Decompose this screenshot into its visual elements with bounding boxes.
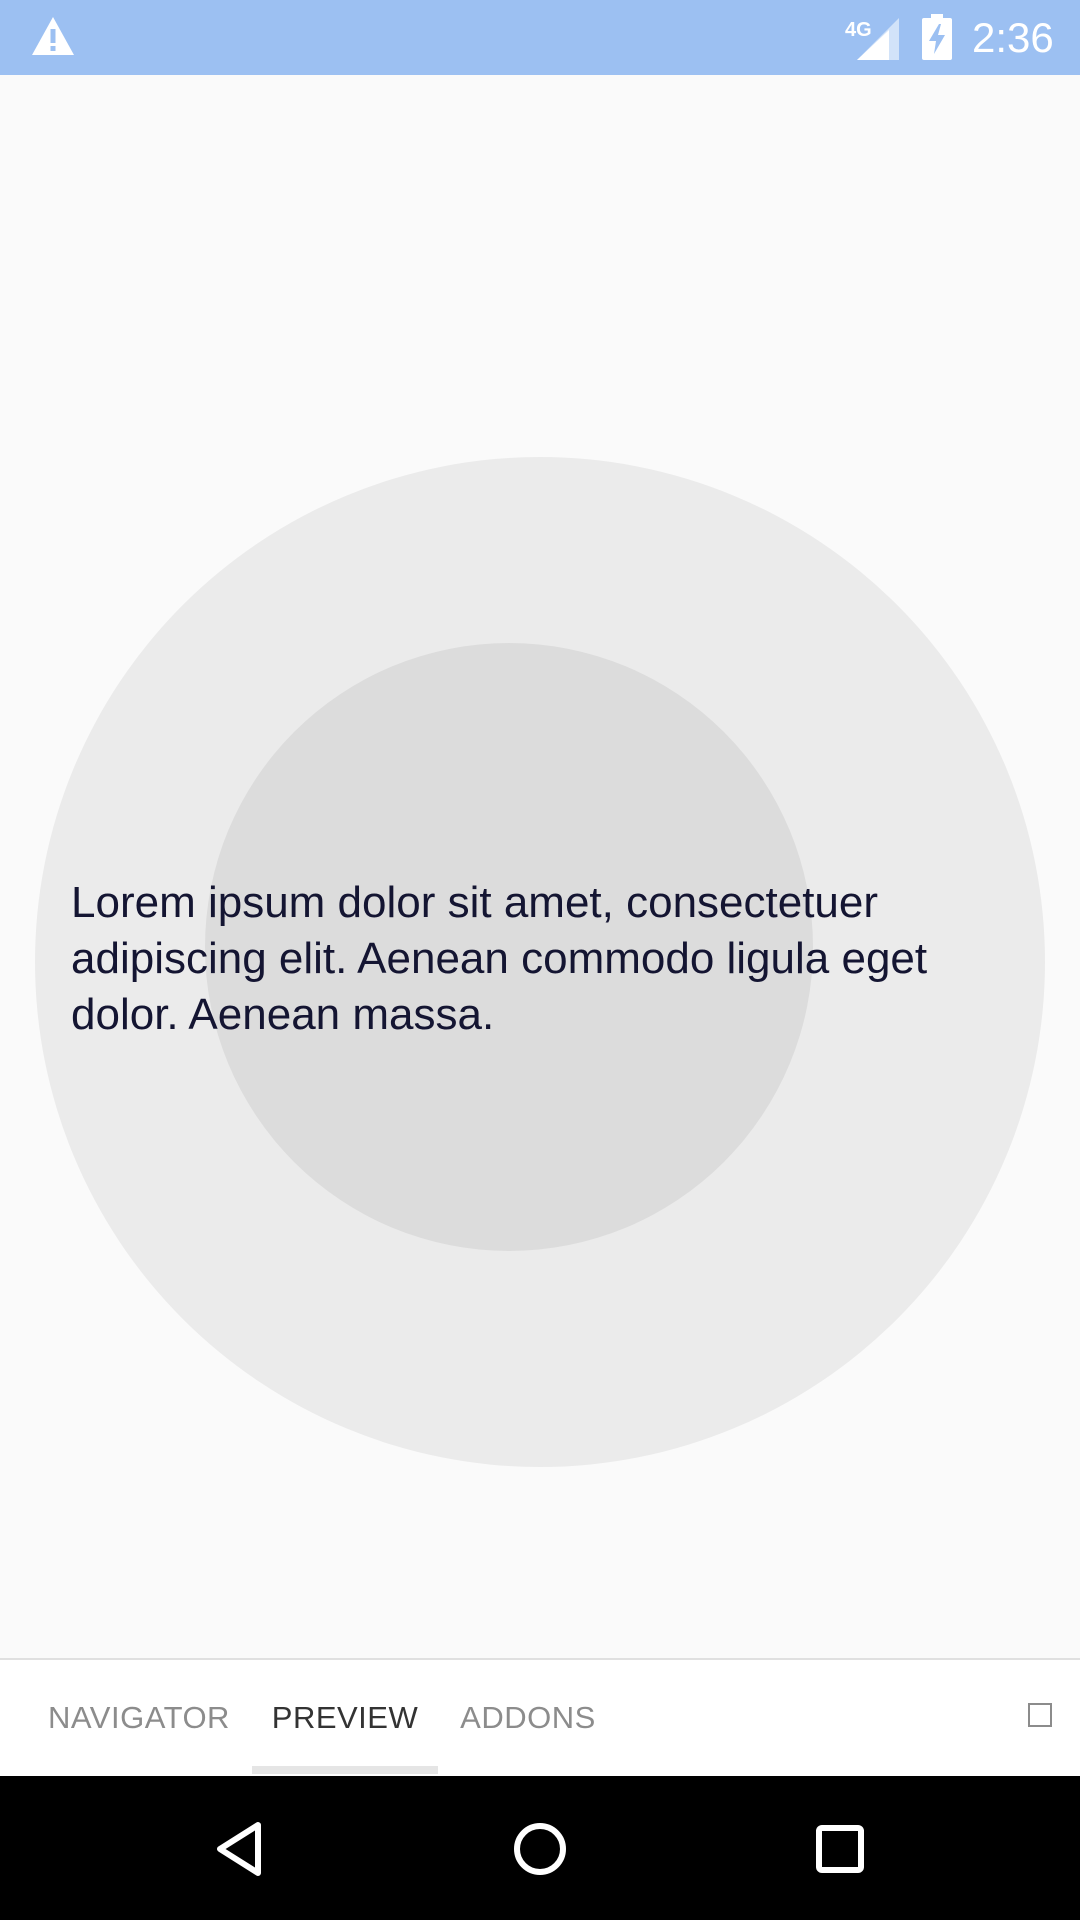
warning-icon xyxy=(32,17,74,55)
square-icon[interactable] xyxy=(1028,1703,1052,1727)
tab-addons[interactable]: ADDONS xyxy=(452,1660,604,1776)
status-time: 2:36 xyxy=(972,14,1054,61)
back-icon xyxy=(217,1822,261,1876)
back-button[interactable] xyxy=(195,1804,285,1894)
tab-navigator[interactable]: NAVIGATOR xyxy=(34,1660,244,1776)
home-button[interactable] xyxy=(495,1804,585,1894)
tab-bar: NAVIGATOR PREVIEW ADDONS xyxy=(0,1658,1080,1776)
home-icon xyxy=(514,1823,566,1875)
status-bar: 4G 2:36 xyxy=(0,0,1080,75)
signal-icon: 4G xyxy=(845,18,899,60)
active-tab-indicator xyxy=(252,1766,438,1774)
system-nav-bar xyxy=(0,1776,1080,1920)
network-type-label: 4G xyxy=(845,19,872,41)
preview-canvas: Lorem ipsum dolor sit amet, consectetuer… xyxy=(0,75,1080,1658)
preview-text: Lorem ipsum dolor sit amet, consectetuer… xyxy=(71,878,928,1039)
tab-preview[interactable]: PREVIEW xyxy=(252,1660,438,1776)
recents-button[interactable] xyxy=(795,1804,885,1894)
battery-charging-icon xyxy=(922,14,952,60)
recents-icon xyxy=(816,1825,864,1873)
